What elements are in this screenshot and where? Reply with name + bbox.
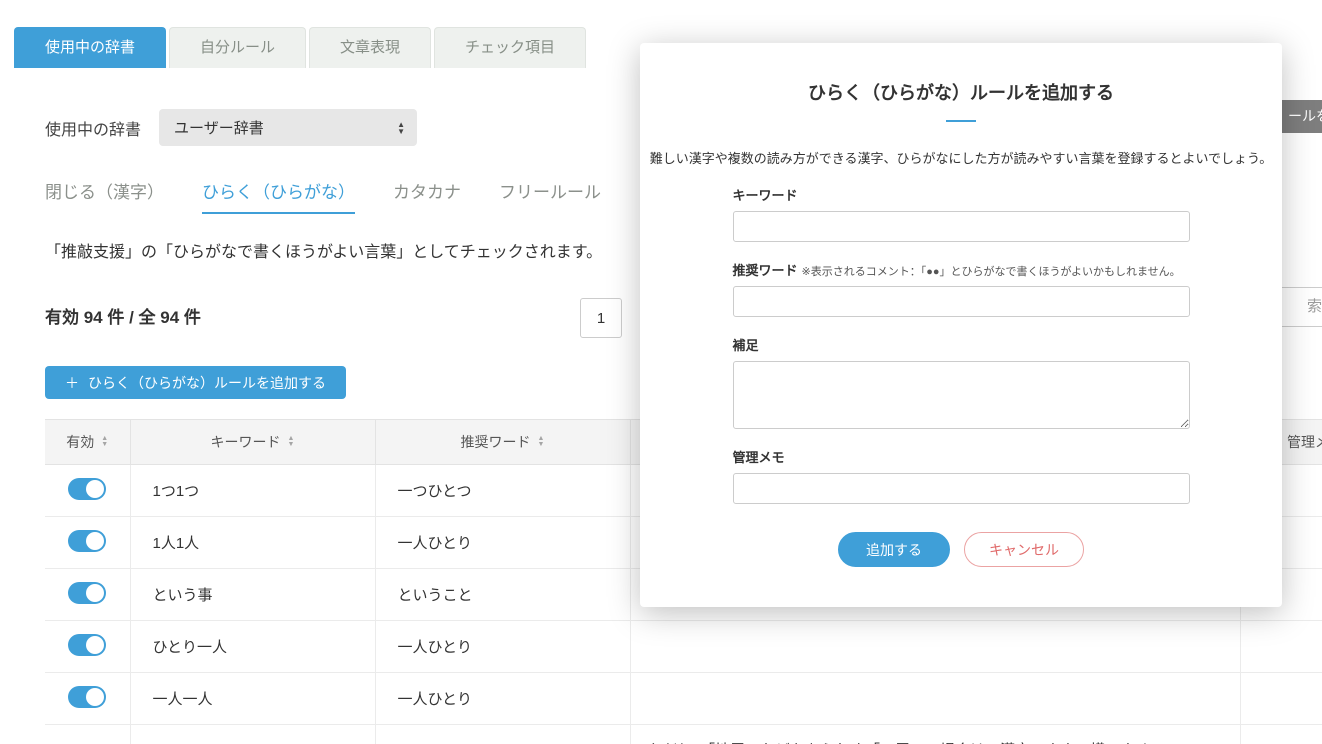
keyword-cell: 1つ1つ [129,464,376,517]
keyword-cell: ひとり一人 [129,620,376,673]
modal-form: キーワード 推奨ワード ※表示されるコメント：「●●」とひらがなで書くほうがよいか… [732,185,1190,567]
table-row: ひとり一人 一人ひとり [45,620,1322,673]
rule-counts: 有効 94 件 / 全 94 件 [45,308,201,327]
memo-input[interactable] [732,473,1190,504]
note-textarea[interactable] [732,361,1190,429]
memo-label: 管理メモ [732,450,785,465]
modal-title: ひらく（ひらがな）ルールを追加する [808,83,1114,103]
dictionary-label: 使用中の辞書 [45,121,142,139]
modal-description: 難しい漢字や複数の読み方ができる漢字、ひらがなにした方が読みやすい言葉を登録する… [649,151,1273,166]
tab-dictionary-in-use[interactable]: 使用中の辞書 [14,27,167,68]
suggestion-cell [374,724,631,744]
suggestion-cell: 一人ひとり [374,620,631,673]
memo-cell [1239,672,1322,725]
enabled-toggle[interactable] [68,633,107,656]
keyword-cell: 1人1人 [129,516,376,569]
suggestion-label: 推奨ワード ※表示されるコメント：「●●」とひらがなで書くほうがよいかもしれません… [732,263,1181,278]
enabled-toggle[interactable] [68,581,107,604]
note-cell [629,620,1241,673]
memo-cell [1239,724,1322,744]
header-keyword: キーワード ▲ ▼ [129,419,376,465]
note-label: 補足 [732,338,759,353]
tab-own-rules[interactable]: 自分ルール [169,27,307,68]
modal-title-divider [946,120,976,122]
select-arrows-icon: ▲ ▼ [397,119,406,136]
modal-buttons: 追加する キャンセル [733,532,1190,567]
add-rule-modal: ひらく（ひらがな）ルールを追加する 難しい漢字や複数の読み方ができる漢字、ひらが… [640,43,1282,607]
header-enabled: 有効 ▲ ▼ [45,419,131,465]
enabled-toggle[interactable] [68,685,107,708]
add-rule-button-label: ひらく（ひらがな）ルールを追加する [88,374,326,391]
enabled-toggle[interactable] [68,529,107,552]
keyword-input[interactable] [732,211,1190,242]
suggestion-cell: ということ [374,568,631,621]
header-suggestion: 推奨ワード ▲ ▼ [374,419,631,465]
note-cell [629,672,1241,725]
subtab-open-hiragana[interactable]: ひらく（ひらがな） [202,178,355,214]
dictionary-selected-value: ユーザー辞書 [174,120,264,137]
sort-icon[interactable]: ▲ ▼ [288,435,295,448]
page: 使用中の辞書 自分ルール 文章表現 チェック項目 使用中の辞書 ユーザー辞書 ▲… [0,0,1322,744]
page-number-input[interactable] [580,298,622,338]
note-cell: ただし、「地層」などをあらわす「一層」の場合は、漢字のままで構いませ [629,724,1241,744]
table-row: ただし、「地層」などをあらわす「一層」の場合は、漢字のままで構いませ [45,724,1322,744]
sort-icon[interactable]: ▲ ▼ [538,435,545,448]
suggestion-input[interactable] [732,286,1190,317]
subtab-katakana[interactable]: カタカナ [393,178,461,214]
subtab-free-rules[interactable]: フリールール [499,178,601,214]
tab-text-expression[interactable]: 文章表現 [309,27,432,68]
subtab-close-kanji[interactable]: 閉じる（漢字） [45,178,164,214]
dictionary-select[interactable]: ユーザー辞書 ▲ ▼ [159,109,418,146]
memo-cell [1239,620,1322,673]
sort-icon[interactable]: ▲ ▼ [101,435,108,448]
plus-icon: ＋ [65,374,79,391]
keyword-cell: という事 [129,568,376,621]
cancel-button[interactable]: キャンセル [964,532,1084,567]
table-row: 一人一人 一人ひとり [45,672,1322,725]
add-rule-button[interactable]: ＋ ひらく（ひらがな）ルールを追加する [45,366,346,399]
suggestion-note: ※表示されるコメント：「●●」とひらがなで書くほうがよいかもしれません。 [801,266,1181,278]
suggestion-cell: 一つひとつ [374,464,631,517]
keyword-label: キーワード [732,188,798,203]
keyword-cell: 一人一人 [129,672,376,725]
enabled-toggle[interactable] [68,477,107,500]
tab-check-items[interactable]: チェック項目 [434,27,587,68]
suggestion-cell: 一人ひとり [374,516,631,569]
suggestion-cell: 一人ひとり [374,672,631,725]
submit-button[interactable]: 追加する [838,532,950,567]
keyword-cell [129,724,376,744]
